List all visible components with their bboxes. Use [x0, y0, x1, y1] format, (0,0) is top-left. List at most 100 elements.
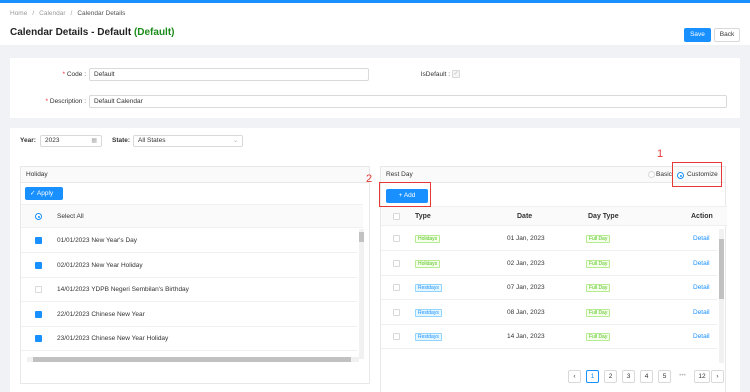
basic-radio[interactable] — [648, 171, 655, 178]
calendar-icon: ▦ — [91, 138, 97, 144]
code-input[interactable]: Default — [89, 68, 369, 81]
row-checkbox[interactable] — [393, 308, 400, 316]
detail-link[interactable]: Detail — [693, 301, 710, 325]
annotation-number-2: 2 — [366, 173, 373, 185]
holiday-checkbox[interactable] — [35, 260, 42, 284]
prev-page-button[interactable]: ‹ — [568, 370, 581, 383]
holiday-list-item[interactable]: 14/01/2023 YDPB Negeri Sembilan's Birthd… — [21, 278, 357, 302]
table-row: Holidays 01 Jan, 2023 Full Day Detail — [381, 227, 717, 251]
restday-panel: Rest Day Basic Customize + Add Type Date… — [380, 166, 727, 392]
type-badge: Holidays — [415, 259, 441, 268]
code-label: * Code : — [62, 71, 87, 78]
holiday-list-item[interactable]: 22/01/2023 Chinese New Year — [21, 303, 357, 333]
apply-button[interactable]: ✓ Apply — [25, 187, 63, 200]
isdefault-label: IsDefault : — [420, 71, 450, 78]
type-badge: Restdays — [415, 308, 442, 317]
breadcrumb-home[interactable]: Home — [10, 10, 27, 17]
state-select[interactable]: All States ⌄ — [133, 135, 243, 147]
check-icon: ✓ — [30, 190, 37, 197]
column-date: Date — [517, 213, 533, 220]
page-button[interactable]: 4 — [640, 370, 653, 383]
holiday-h-scrollbar[interactable] — [27, 357, 359, 362]
chevron-down-icon: ⌄ — [232, 138, 238, 144]
page-button[interactable]: 1 — [586, 370, 599, 383]
row-checkbox[interactable] — [393, 333, 400, 340]
restday-scrollbar-thumb[interactable] — [719, 239, 724, 299]
breadcrumb-calendar[interactable]: Calendar — [39, 10, 65, 17]
table-row: Restdays 14 Jan, 2023 Full Day Detail — [381, 325, 717, 349]
row-checkbox[interactable] — [393, 259, 400, 267]
type-badge: Restdays — [415, 284, 442, 292]
holiday-checkbox[interactable] — [35, 286, 42, 293]
description-input[interactable]: Default Calendar — [89, 95, 727, 108]
apply-label: Apply — [36, 190, 54, 197]
breadcrumb-separator: / — [70, 10, 73, 17]
row-checkbox[interactable] — [393, 235, 400, 242]
date-cell: 14 Jan, 2023 — [507, 333, 545, 340]
next-page-button[interactable]: › — [711, 370, 724, 383]
detail-link[interactable]: Detail — [693, 227, 710, 251]
holiday-list-item[interactable]: 23/01/2023 Chinese New Year Holiday — [21, 327, 357, 357]
year-label: Year: — [20, 137, 36, 144]
type-badge: Restdays — [415, 333, 442, 341]
holiday-label: 23/01/2023 Chinese New Year Holiday — [57, 335, 169, 342]
restday-select-all-checkbox[interactable] — [393, 213, 400, 220]
day-type-badge: Full Day — [586, 284, 611, 292]
page-title: Calendar Details - Default (Default) — [10, 27, 175, 38]
select-all-row[interactable]: Select All — [21, 204, 363, 228]
holiday-list-item[interactable]: 01/01/2023 New Year's Day — [21, 229, 357, 259]
type-badge: Holidays — [415, 235, 441, 243]
holiday-scrollbar[interactable] — [359, 229, 364, 359]
detail-link[interactable]: Detail — [693, 252, 710, 276]
annotation-box-customize — [672, 162, 722, 187]
state-value: All States — [138, 137, 166, 144]
holiday-h-scrollbar-thumb[interactable] — [33, 357, 351, 362]
restday-table-header: Type Date Day Type Action — [381, 206, 727, 226]
page-button[interactable]: 12 — [694, 370, 710, 383]
back-button[interactable]: Back — [714, 28, 740, 42]
holiday-label: 01/01/2023 New Year's Day — [57, 237, 138, 244]
holiday-checkbox[interactable] — [35, 235, 42, 259]
detail-link[interactable]: Detail — [693, 276, 710, 300]
day-type-badge: Full Day — [586, 333, 611, 341]
page-ellipsis[interactable]: ••• — [676, 370, 689, 383]
state-label: State: — [112, 137, 131, 144]
select-all-radio[interactable] — [35, 213, 42, 220]
table-row: Restdays 08 Jan, 2023 Full Day Detail — [381, 301, 717, 325]
annotation-number-1: 1 — [657, 148, 664, 160]
holiday-label: 14/01/2023 YDPB Negeri Sembilan's Birthd… — [57, 286, 189, 293]
column-day-type: Day Type — [588, 213, 619, 220]
holiday-label: 02/01/2023 New Year Holiday — [57, 261, 143, 269]
day-type-badge: Full Day — [586, 259, 611, 268]
calendar-info-card: * Code : Default IsDefault : ✓ * Descrip… — [10, 58, 740, 118]
default-tag: (Default) — [133, 27, 175, 38]
holiday-panel: Holiday ✓ Apply Select All 01/01/2023 Ne… — [20, 166, 370, 384]
detail-link[interactable]: Detail — [693, 325, 710, 349]
row-checkbox[interactable] — [393, 284, 400, 291]
holiday-list-item[interactable]: 02/01/2023 New Year Holiday — [21, 254, 357, 284]
holiday-checkbox[interactable] — [35, 309, 42, 333]
day-type-badge: Full Day — [586, 308, 611, 317]
holiday-checkbox[interactable] — [35, 333, 42, 357]
page-title-text: Calendar Details - Default — [10, 27, 132, 38]
page-button[interactable]: 2 — [604, 370, 617, 383]
page-button[interactable]: 5 — [658, 370, 671, 383]
year-picker[interactable]: 2023 ▦ — [40, 135, 102, 147]
column-type: Type — [415, 213, 431, 220]
save-button[interactable]: Save — [684, 28, 711, 42]
breadcrumb: Home / Calendar / Calendar Details — [10, 10, 125, 17]
page-button[interactable]: 3 — [622, 370, 635, 383]
column-action: Action — [691, 213, 713, 220]
isdefault-checkbox[interactable]: ✓ — [452, 70, 460, 78]
date-cell: 07 Jan, 2023 — [507, 284, 545, 291]
breadcrumb-current: Calendar Details — [77, 10, 126, 17]
restday-scrollbar[interactable] — [719, 229, 724, 363]
holiday-scrollbar-thumb[interactable] — [359, 232, 364, 242]
page-header: Home / Calendar / Calendar Details Calen… — [0, 3, 750, 45]
date-cell: 01 Jan, 2023 — [507, 235, 545, 242]
select-all-label: Select All — [57, 213, 84, 220]
year-value: 2023 — [45, 137, 60, 144]
table-row: Restdays 07 Jan, 2023 Full Day Detail — [381, 276, 717, 300]
basic-label[interactable]: Basic — [656, 171, 672, 178]
holiday-panel-title: Holiday — [21, 167, 369, 183]
